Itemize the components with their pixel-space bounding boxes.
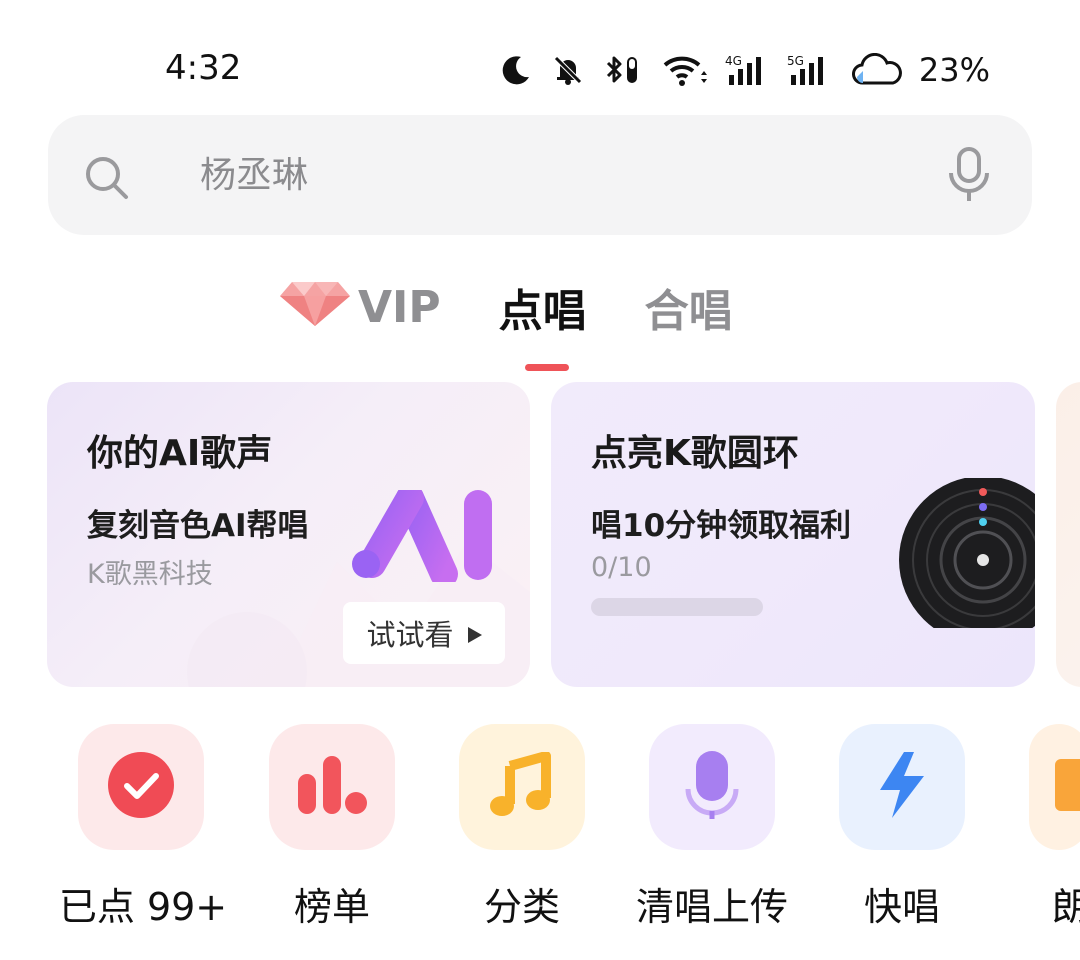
status-icons: 4G 5G 23% — [499, 48, 990, 92]
music-note-icon — [490, 751, 554, 822]
chart-bars-icon — [296, 754, 368, 820]
ai-voice-card[interactable]: 你的AI歌声 复刻音色AI帮唱 K歌黑科技 试试看 — [47, 382, 530, 687]
tab-vip-label: VIP — [358, 281, 441, 333]
quick-action-label: 已点 99+ — [58, 885, 228, 929]
next-card-peek[interactable] — [1056, 382, 1080, 687]
signal-4g-icon: 4G — [725, 53, 769, 87]
tab-hechang[interactable]: 合唱 — [645, 275, 733, 339]
card-subtitle: 复刻音色AI帮唱 — [87, 508, 309, 544]
play-triangle-icon — [467, 616, 482, 650]
k-ring-card[interactable]: 点亮K歌圆环 唱10分钟领取福利 0/10 — [551, 382, 1035, 687]
wifi-icon — [661, 53, 707, 87]
moon-icon — [499, 53, 533, 87]
lightning-icon — [874, 750, 930, 824]
quick-action-quick-sing[interactable] — [839, 724, 965, 850]
search-icon — [84, 155, 130, 205]
quick-action-selected[interactable] — [78, 724, 204, 850]
quick-action-category[interactable] — [459, 724, 585, 850]
search-bar[interactable] — [48, 115, 1032, 235]
diamond-icon — [278, 276, 352, 339]
main-tabs: VIP 点唱 合唱 — [278, 275, 733, 371]
search-input[interactable] — [200, 143, 900, 207]
card-subtitle: 唱10分钟领取福利 — [591, 508, 852, 544]
network-4g-label: 4G — [725, 54, 742, 68]
microphone-icon[interactable] — [946, 145, 992, 209]
quick-action-label: 榜单 — [293, 885, 370, 929]
quick-action-label: 分类 — [483, 885, 560, 929]
quick-action-acapella-upload[interactable] — [649, 724, 775, 850]
progress-bar — [591, 598, 763, 616]
bell-off-icon — [551, 53, 585, 87]
check-circle-icon — [106, 750, 176, 824]
quick-action-label: 朗 — [1052, 885, 1080, 929]
try-button[interactable]: 试试看 — [343, 602, 505, 664]
card-title: 点亮K歌圆环 — [591, 433, 799, 474]
book-icon — [1055, 755, 1080, 819]
tab-dianchang[interactable]: 点唱 — [499, 275, 587, 371]
try-button-label: 试试看 — [366, 618, 454, 652]
card-title: 你的AI歌声 — [87, 433, 273, 474]
card-note: K歌黑科技 — [87, 559, 213, 590]
quick-action-label: 快唱 — [863, 885, 940, 929]
tab-vip[interactable]: VIP — [278, 276, 441, 339]
progress-text: 0/10 — [591, 552, 652, 583]
quick-action-recite[interactable] — [1029, 724, 1080, 850]
quick-action-label: 清唱上传 — [635, 885, 788, 929]
status-time: 4:32 — [165, 48, 242, 88]
quick-action-charts[interactable] — [269, 724, 395, 850]
microphone-icon — [684, 749, 740, 825]
signal-5g-icon: 5G — [787, 53, 831, 87]
ai-logo-icon — [352, 484, 497, 588]
battery-percent: 23% — [918, 51, 990, 89]
cloud-battery-icon — [849, 53, 905, 87]
network-5g-label: 5G — [787, 54, 804, 68]
bluetooth-icon — [603, 53, 643, 87]
vinyl-record-icon — [899, 476, 1035, 644]
